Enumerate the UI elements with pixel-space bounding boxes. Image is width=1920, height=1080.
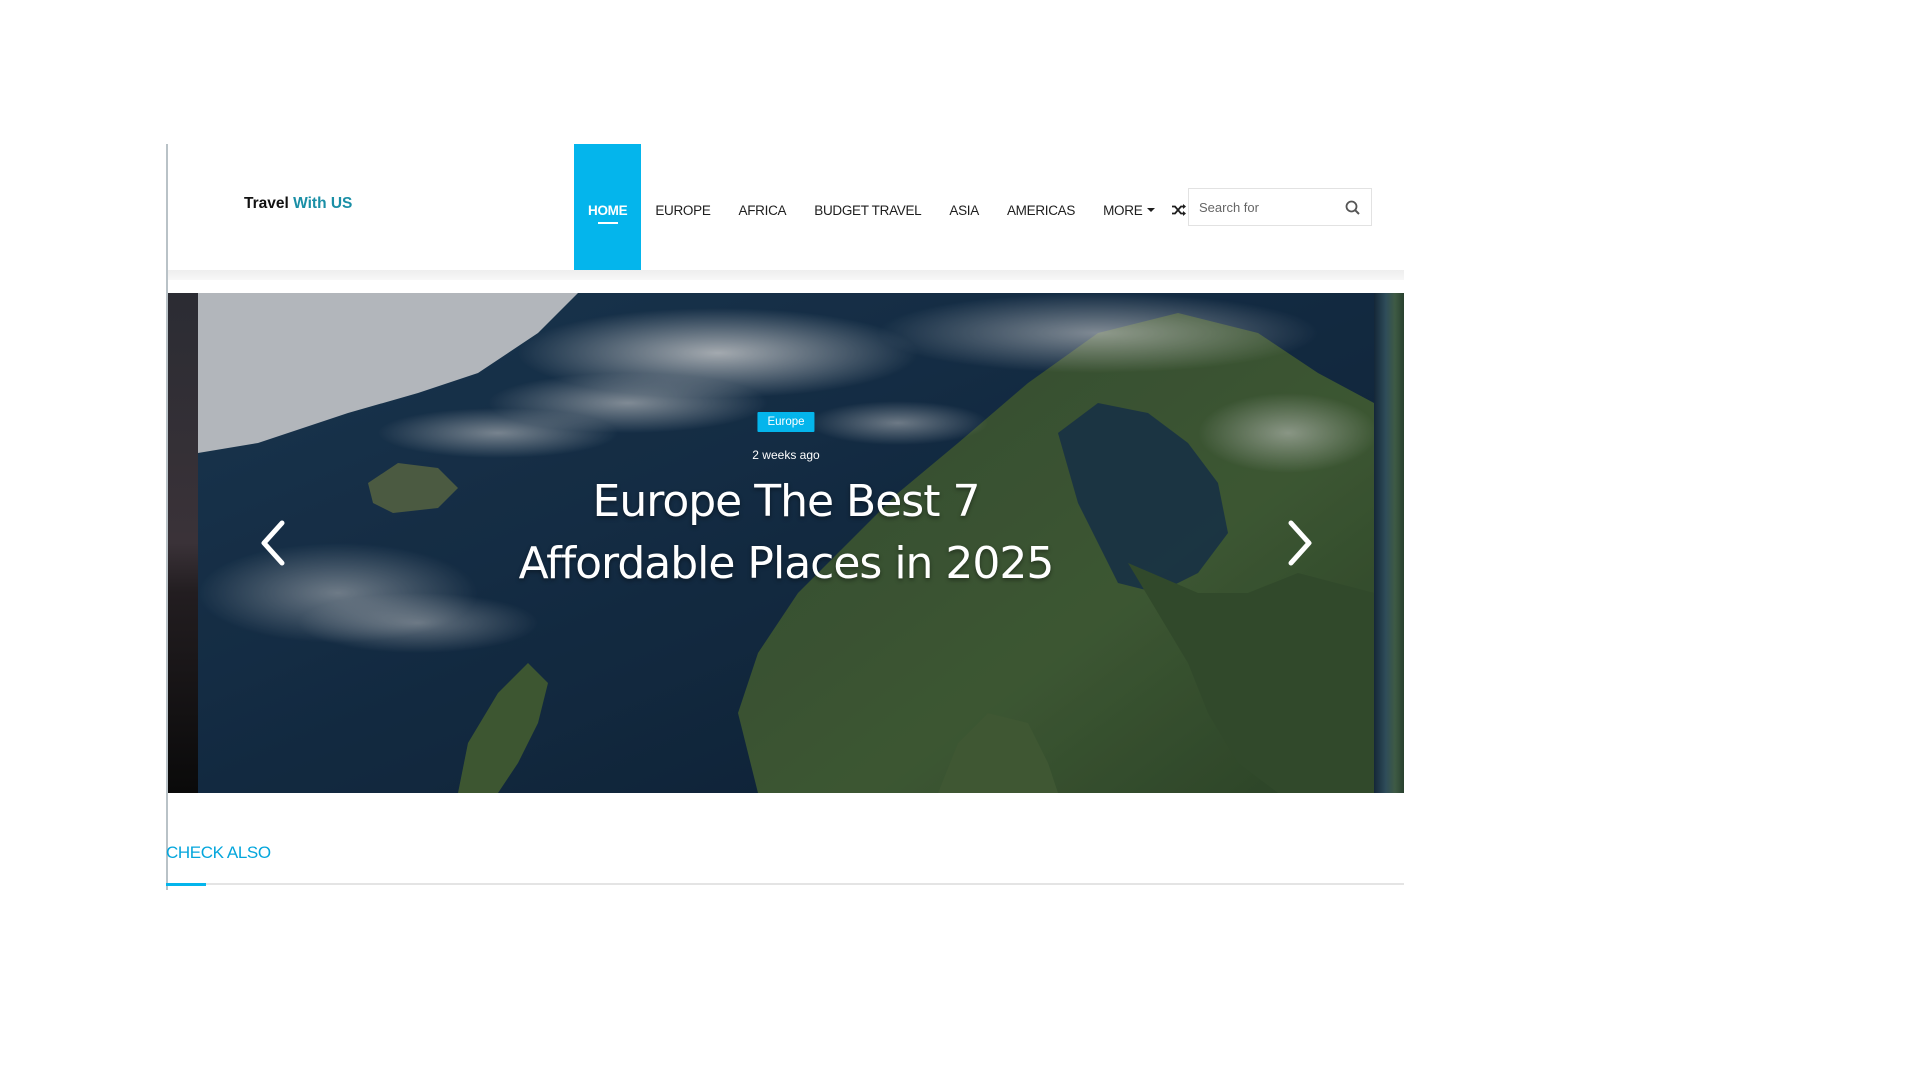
featured-slider: Europe 2 weeks ago Europe The Best 7 Aff…	[168, 293, 1404, 793]
nav-item-label: HOME	[588, 202, 628, 218]
logo-text-accent: With US	[293, 195, 353, 212]
check-also-accent-line	[166, 883, 206, 886]
slide-content: Europe 2 weeks ago Europe The Best 7 Aff…	[198, 293, 1374, 793]
slide-title[interactable]: Europe The Best 7 Affordable Places in 2…	[486, 471, 1086, 595]
next-slide-peek[interactable]	[1374, 293, 1404, 793]
slider-prev-button[interactable]	[254, 517, 294, 569]
nav-item-home[interactable]: HOME	[574, 144, 642, 276]
shuffle-icon	[1172, 204, 1187, 216]
main-nav: HOME EUROPE AFRICA BUDGET TRAVEL ASIA AM…	[574, 144, 1197, 276]
page: Travel With US HOME EUROPE AFRICA BUDGET…	[0, 0, 1920, 1080]
nav-item-label: AMERICAS	[1006, 202, 1076, 218]
nav-item-label: EUROPE	[655, 202, 711, 218]
category-badge[interactable]: Europe	[757, 412, 815, 432]
nav-item-americas[interactable]: AMERICAS	[993, 144, 1089, 276]
site-logo[interactable]: Travel With US	[244, 195, 352, 213]
nav-item-more[interactable]: MORE	[1089, 144, 1169, 276]
active-underline	[597, 222, 618, 224]
previous-slide-peek[interactable]	[168, 293, 198, 793]
check-also-divider	[166, 883, 1404, 885]
caret-down-icon	[1147, 208, 1156, 212]
post-date: 2 weeks ago	[752, 448, 820, 462]
slider-next-button[interactable]	[1279, 517, 1319, 569]
logo-text-primary: Travel	[244, 195, 289, 212]
search-icon	[1345, 200, 1360, 215]
nav-item-africa[interactable]: AFRICA	[725, 144, 801, 276]
nav-item-budget-travel[interactable]: BUDGET TRAVEL	[800, 144, 935, 276]
nav-item-label: AFRICA	[738, 202, 787, 218]
search-input[interactable]	[1189, 189, 1339, 225]
search-box	[1188, 188, 1372, 226]
site-header: Travel With US HOME EUROPE AFRICA BUDGET…	[168, 144, 1404, 276]
nav-item-label: MORE	[1103, 202, 1143, 218]
nav-item-europe[interactable]: EUROPE	[641, 144, 724, 276]
nav-item-label: ASIA	[949, 202, 979, 218]
chevron-right-icon	[1288, 520, 1312, 566]
chevron-left-icon	[261, 520, 285, 566]
search-button[interactable]	[1343, 198, 1363, 218]
nav-item-asia[interactable]: ASIA	[935, 144, 993, 276]
nav-item-label: BUDGET TRAVEL	[814, 202, 922, 218]
check-also-heading: CHECK ALSO	[166, 843, 271, 862]
header-shadow	[168, 270, 1404, 280]
